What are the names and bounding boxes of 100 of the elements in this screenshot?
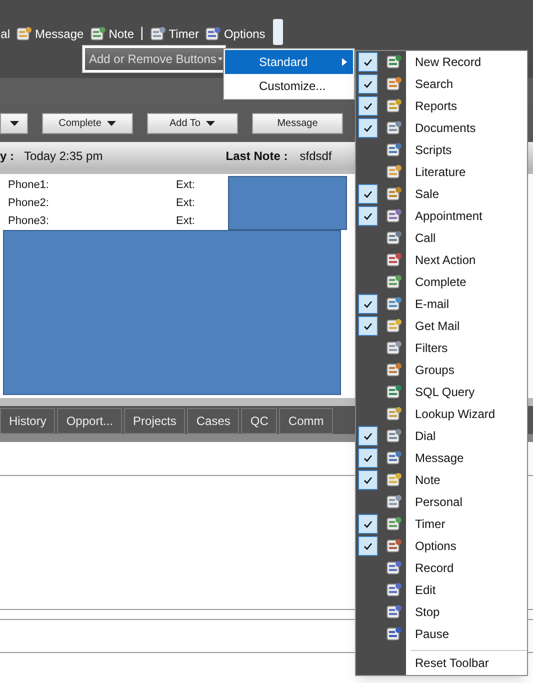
phone-label: Phone3: xyxy=(8,214,50,229)
menu-item[interactable]: New Record xyxy=(356,51,527,73)
add-remove-buttons-menu[interactable]: Add or Remove Buttons xyxy=(85,48,223,70)
action-button[interactable]: Complete xyxy=(42,112,133,134)
phone-label: Phone1: xyxy=(8,178,50,193)
check-icon xyxy=(364,322,372,330)
menu-item[interactable]: Get Mail xyxy=(356,315,527,337)
info-value: sfdsdf xyxy=(300,148,332,165)
toolbar-icon xyxy=(386,54,402,70)
toolbar-button[interactable]: ial xyxy=(0,25,10,43)
toolbar-overflow-button[interactable] xyxy=(273,19,284,45)
check-icon xyxy=(364,212,372,220)
info-value: Today 2:35 pm xyxy=(24,148,103,165)
action-button[interactable]: Add To xyxy=(147,112,238,134)
menu-item[interactable]: Filters xyxy=(356,337,527,359)
caret-icon xyxy=(218,57,223,61)
toolbar-button[interactable]: Note xyxy=(90,25,134,43)
menu-item[interactable]: Note xyxy=(356,469,527,491)
menu-item[interactable]: Sale xyxy=(356,183,527,205)
ext-label: Ext: xyxy=(176,196,195,211)
toolbar-button[interactable]: Message xyxy=(16,25,84,43)
menu-item[interactable]: Timer xyxy=(356,513,527,535)
toolbar-icon xyxy=(16,26,32,42)
menu-item[interactable]: Stop xyxy=(356,601,527,623)
menu-item[interactable]: Scripts xyxy=(356,139,527,161)
toolbar-icon xyxy=(386,164,402,180)
menu-item[interactable]: Next Action xyxy=(356,249,527,271)
menu-item[interactable]: Literature xyxy=(356,161,527,183)
info-label: y : xyxy=(0,148,14,165)
toolbar-icon xyxy=(386,296,402,312)
toolbar-icon xyxy=(386,274,402,290)
toolbar-icon xyxy=(386,428,402,444)
menu-item[interactable]: SQL Query xyxy=(356,381,527,403)
check-icon xyxy=(364,80,372,88)
toolbar-icon xyxy=(386,186,402,202)
menu-item[interactable]: Edit xyxy=(356,579,527,601)
check-icon xyxy=(364,58,372,66)
tab[interactable]: Cases xyxy=(187,408,240,434)
toolbar-icon xyxy=(386,560,402,576)
toolbar-icon xyxy=(90,26,106,42)
check-icon xyxy=(364,300,372,308)
check-icon xyxy=(364,520,372,528)
check-icon xyxy=(364,124,372,132)
menu-item[interactable]: Complete xyxy=(356,271,527,293)
toolbar-icon xyxy=(386,450,402,466)
info-label: Last Note : xyxy=(226,148,288,165)
toolbar-icon xyxy=(386,362,402,378)
menu-item[interactable]: Documents xyxy=(356,117,527,139)
toolbar-icon xyxy=(150,26,166,42)
toolbar-separator: | xyxy=(140,23,144,42)
toolbar-icon xyxy=(386,76,402,92)
menu-item[interactable]: Reports xyxy=(356,95,527,117)
toolbar-icon xyxy=(386,384,402,400)
menu-item[interactable]: Call xyxy=(356,227,527,249)
check-icon xyxy=(364,454,372,462)
toolbar-icon xyxy=(386,582,402,598)
menu-item[interactable]: Record xyxy=(356,557,527,579)
toolbar-icon xyxy=(386,230,402,246)
menu-item[interactable]: Dial xyxy=(356,425,527,447)
menu-item[interactable]: Personal xyxy=(356,491,527,513)
menu-item[interactable]: Lookup Wizard xyxy=(356,403,527,425)
toolbar-icon xyxy=(386,120,402,136)
toolbar-icon xyxy=(386,98,402,114)
toolbar-icon xyxy=(204,26,221,42)
reset-toolbar-item[interactable]: Reset Toolbar xyxy=(356,651,527,675)
toolbar-icon xyxy=(386,340,402,356)
check-icon xyxy=(364,190,372,198)
menu-item[interactable]: Pause xyxy=(356,623,527,645)
toolbar-icon xyxy=(386,516,402,532)
toolbar-icon xyxy=(386,538,402,554)
menu-item[interactable]: Groups xyxy=(356,359,527,381)
phone-label: Phone2: xyxy=(8,196,50,211)
menu-item[interactable]: Appointment xyxy=(356,205,527,227)
toolbar-icon xyxy=(386,208,402,224)
menu-item[interactable]: Options xyxy=(356,535,527,557)
toolbar-icon xyxy=(386,142,402,158)
menu-item[interactable]: Search xyxy=(356,73,527,95)
menu-item[interactable]: E-mail xyxy=(356,293,527,315)
check-icon xyxy=(364,542,372,550)
toolbar-icon xyxy=(386,318,402,334)
tab[interactable]: Comm xyxy=(279,408,333,434)
submenu-item[interactable]: Standard xyxy=(225,50,353,74)
tab[interactable]: History xyxy=(0,408,56,434)
toolbar-icon xyxy=(386,494,402,510)
tab[interactable]: QC xyxy=(241,408,278,434)
toolbar-icon xyxy=(386,252,402,268)
toolbar-icon xyxy=(386,604,402,620)
ext-label: Ext: xyxy=(176,214,195,229)
toolbar-button[interactable]: Timer xyxy=(150,25,199,43)
toolbar-icon xyxy=(386,626,402,642)
action-button[interactable] xyxy=(0,112,28,134)
tab[interactable]: Projects xyxy=(124,408,186,434)
toolbar-icon xyxy=(386,472,402,488)
check-icon xyxy=(364,102,372,110)
check-icon xyxy=(364,432,372,440)
action-button[interactable]: Message xyxy=(252,112,343,134)
toolbar-icon xyxy=(386,406,402,422)
menu-item[interactable]: Message xyxy=(356,447,527,469)
tab[interactable]: Opport... xyxy=(57,408,122,434)
toolbar-button[interactable]: Options xyxy=(204,25,266,43)
